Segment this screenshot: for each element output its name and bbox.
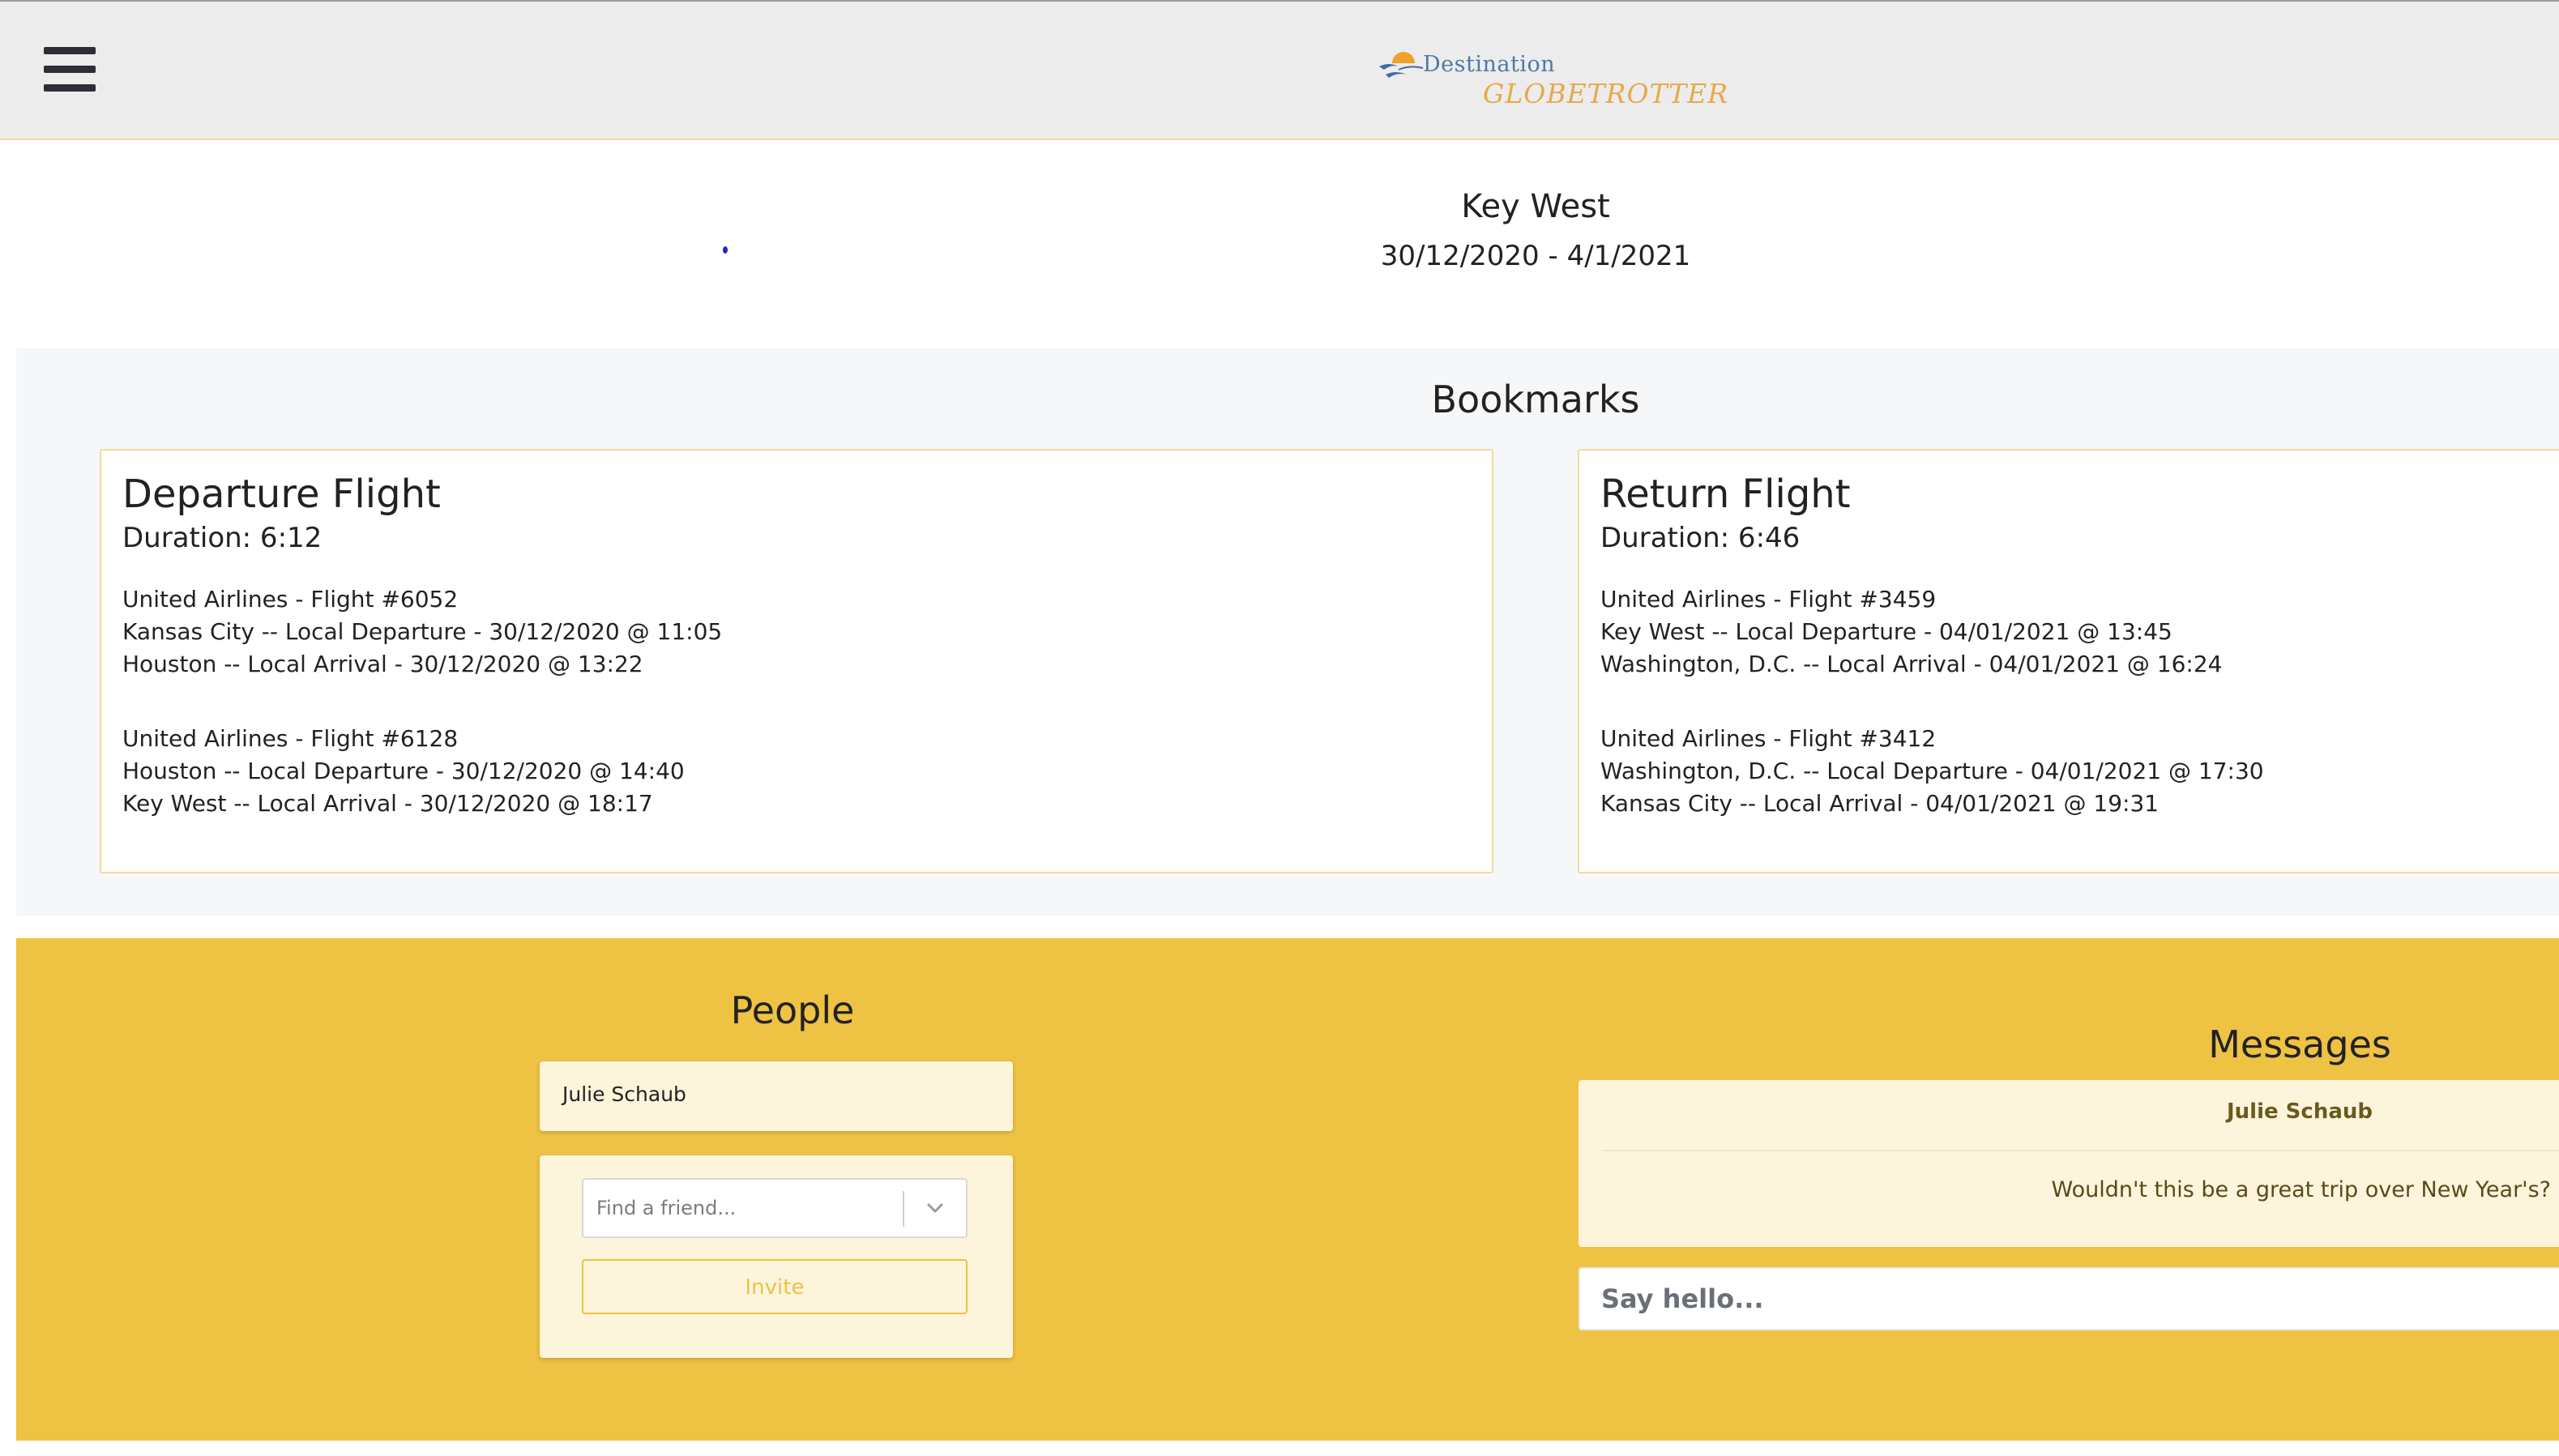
message-input[interactable] xyxy=(1579,1267,2559,1330)
invite-panel: Invite xyxy=(540,1155,1013,1358)
return-flight-card[interactable]: Return Flight Duration: 6:46 United Airl… xyxy=(1578,449,2559,873)
people-title: People xyxy=(730,988,855,1032)
flight-departure: Kansas City -- Local Departure - 30/12/2… xyxy=(122,618,723,645)
flight-number: United Airlines - Flight #6128 xyxy=(122,725,459,752)
hamburger-menu-icon[interactable] xyxy=(44,47,96,92)
flight-number: United Airlines - Flight #3459 xyxy=(1600,586,1937,613)
person-item[interactable]: Julie Schaub xyxy=(540,1061,1013,1131)
invite-button[interactable]: Invite xyxy=(582,1259,968,1314)
message-divider xyxy=(1603,1150,2559,1151)
trip-title: Key West xyxy=(1461,188,1610,225)
flight-arrival: Washington, D.C. -- Local Arrival - 04/0… xyxy=(1600,651,2223,677)
find-friend-input[interactable] xyxy=(583,1180,899,1236)
departure-flight-card[interactable]: Departure Flight Duration: 6:12 United A… xyxy=(100,449,1493,873)
messages-title: Messages xyxy=(2208,1023,2391,1066)
departure-flight-title: Departure Flight xyxy=(122,472,441,517)
message-author: Julie Schaub xyxy=(2226,1099,2373,1124)
flight-segment: United Airlines - Flight #3412 Washingto… xyxy=(1600,723,2559,820)
people-messages-section: People Julie Schaub Invite Messages Juli… xyxy=(16,938,2559,1441)
departure-duration: Duration: 6:12 xyxy=(122,522,323,554)
flight-number: United Airlines - Flight #3412 xyxy=(1600,725,1937,752)
select-separator xyxy=(903,1191,904,1227)
bookmarks-title: Bookmarks xyxy=(1431,378,1640,421)
flight-departure: Key West -- Local Departure - 04/01/2021… xyxy=(1600,618,2172,645)
flight-number: United Airlines - Flight #6052 xyxy=(122,586,459,613)
logo-word-destination: Destination xyxy=(1423,52,1556,77)
loading-spinner-icon xyxy=(723,246,728,254)
flight-segment: United Airlines - Flight #6052 Kansas Ci… xyxy=(122,583,1471,681)
message-text: Wouldn't this be a great trip over New Y… xyxy=(2051,1177,2551,1202)
trip-dates: 30/12/2020 - 4/1/2021 xyxy=(1380,240,1691,272)
destination-globetrotter-logo[interactable]: Destination GLOBETROTTER xyxy=(1378,36,1728,113)
find-friend-select[interactable] xyxy=(582,1178,968,1238)
flight-segment: United Airlines - Flight #3459 Key West … xyxy=(1600,583,2559,681)
logo-word-globetrotter: GLOBETROTTER xyxy=(1483,78,1729,109)
bookmarks-section: Bookmarks Departure Flight Duration: 6:1… xyxy=(16,348,2559,916)
flight-departure: Houston -- Local Departure - 30/12/2020 … xyxy=(122,758,685,784)
message-item: Julie Schaub Wouldn't this be a great tr… xyxy=(1579,1080,2559,1247)
return-duration: Duration: 6:46 xyxy=(1600,522,1801,554)
flight-arrival: Houston -- Local Arrival - 30/12/2020 @ … xyxy=(122,651,643,677)
logo-sun-icon xyxy=(1379,52,1424,78)
flight-arrival: Key West -- Local Arrival - 30/12/2020 @… xyxy=(122,790,653,817)
flight-arrival: Kansas City -- Local Arrival - 04/01/202… xyxy=(1600,790,2160,817)
chevron-down-icon[interactable] xyxy=(919,1194,951,1223)
return-flight-title: Return Flight xyxy=(1600,472,1851,517)
flight-departure: Washington, D.C. -- Local Departure - 04… xyxy=(1600,758,2264,784)
flight-segment: United Airlines - Flight #6128 Houston -… xyxy=(122,723,1471,820)
top-header: Destination GLOBETROTTER xyxy=(0,0,2559,140)
